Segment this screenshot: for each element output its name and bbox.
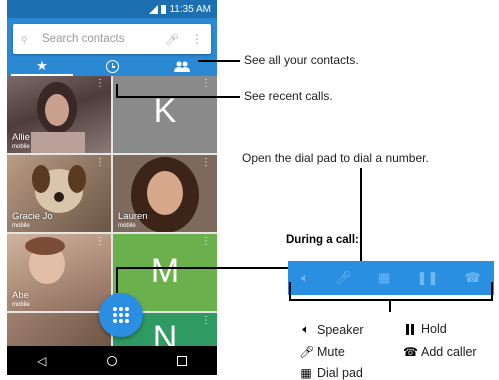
contact-type: mobile	[12, 144, 30, 150]
contact-type: mobile	[118, 223, 136, 229]
search-bar[interactable]: ⚲ Search contacts 🎤︎ ⋮	[13, 24, 211, 54]
search-icon: ⚲	[21, 34, 28, 45]
hold-icon	[403, 323, 417, 335]
contact-type: mobile	[12, 302, 30, 308]
legend-add-caller: ☎ Add caller	[403, 345, 477, 359]
more-vert-icon[interactable]: ⋮	[191, 33, 203, 45]
clock-icon	[105, 59, 119, 73]
tab-bar: ★	[7, 56, 217, 76]
nav-bar: ◁	[7, 346, 217, 375]
toolbar-bracket	[289, 282, 493, 312]
legend-speaker: 🔈︎ Speaker	[299, 322, 364, 337]
contact-name: Gracie Jo	[12, 211, 53, 222]
legend-hold-label: Hold	[421, 322, 447, 336]
more-vert-icon[interactable]: ⋮	[95, 79, 105, 89]
contact-type: mobile	[12, 223, 30, 229]
contact-tile-allie[interactable]: ⋮ Allie mobile	[7, 76, 111, 153]
legend-dialpad: ▦ Dial pad	[299, 366, 363, 380]
tab-recents[interactable]	[77, 56, 147, 76]
callout-line-recents-h	[116, 96, 240, 98]
callout-contacts: See all your contacts.	[244, 53, 359, 67]
battery-icon	[161, 4, 167, 14]
mute-icon: 🎤︎	[299, 345, 315, 359]
mic-icon[interactable]: 🎤︎	[165, 33, 179, 46]
more-vert-icon[interactable]: ⋮	[201, 79, 211, 89]
tab-contacts[interactable]	[147, 56, 217, 76]
contact-tile-partial[interactable]	[7, 313, 111, 346]
callout-line-contacts	[198, 60, 240, 62]
more-vert-icon[interactable]: ⋮	[95, 158, 105, 168]
contact-initial: K	[153, 92, 177, 130]
legend-dialpad-label: Dial pad	[317, 366, 363, 380]
more-vert-icon[interactable]: ⋮	[95, 237, 105, 247]
recents-icon[interactable]	[176, 355, 187, 366]
callout-line-dialpad-drop	[116, 267, 118, 293]
contact-tile-abe[interactable]: ⋮ Abe mobile	[7, 234, 111, 311]
contact-tile-lauren[interactable]: ⋮ Lauren mobile	[113, 155, 217, 232]
phone-screen: 11:35 AM ⚲ Search contacts 🎤︎ ⋮ ★ ⋮ Alli…	[7, 0, 217, 375]
more-vert-icon[interactable]: ⋮	[201, 237, 211, 247]
dialpad-icon: ▦	[300, 366, 312, 380]
status-time: 11:35 AM	[169, 3, 211, 15]
people-icon	[174, 61, 190, 72]
star-icon: ★	[36, 58, 48, 73]
callout-recents: See recent calls.	[244, 89, 333, 103]
add-caller-icon: ☎	[403, 345, 418, 359]
more-vert-icon[interactable]: ⋮	[201, 158, 211, 168]
contact-initial: M	[150, 252, 180, 290]
callout-line-dialpad-v	[360, 168, 362, 268]
app-bar: ⚲ Search contacts 🎤︎ ⋮ ★	[7, 18, 217, 76]
signal-icon	[149, 4, 159, 14]
legend-mute-label: Mute	[317, 345, 345, 359]
tab-favorites[interactable]: ★	[7, 56, 77, 76]
dialpad-button[interactable]	[99, 293, 143, 337]
contact-tile-k[interactable]: ⋮ K	[113, 76, 217, 153]
speaker-icon: 🔈︎	[302, 322, 310, 336]
contact-name: Lauren	[118, 211, 148, 222]
callout-dialpad: Open the dial pad to dial a number.	[242, 151, 429, 165]
contact-name: Abe	[12, 290, 29, 301]
legend-speaker-label: Speaker	[317, 322, 364, 337]
contact-tile-gracie-jo[interactable]: ⋮ Gracie Jo mobile	[7, 155, 111, 232]
home-icon[interactable]	[106, 355, 117, 366]
during-call-heading: During a call:	[286, 234, 359, 246]
legend-mute: 🎤︎ Mute	[299, 345, 345, 359]
search-input[interactable]: Search contacts	[42, 33, 165, 45]
legend-add-caller-label: Add caller	[421, 345, 477, 359]
status-bar: 11:35 AM	[7, 0, 217, 18]
contact-name: Allie	[12, 132, 30, 143]
back-icon[interactable]: ◁	[37, 354, 46, 368]
legend-hold: Hold	[403, 322, 447, 336]
